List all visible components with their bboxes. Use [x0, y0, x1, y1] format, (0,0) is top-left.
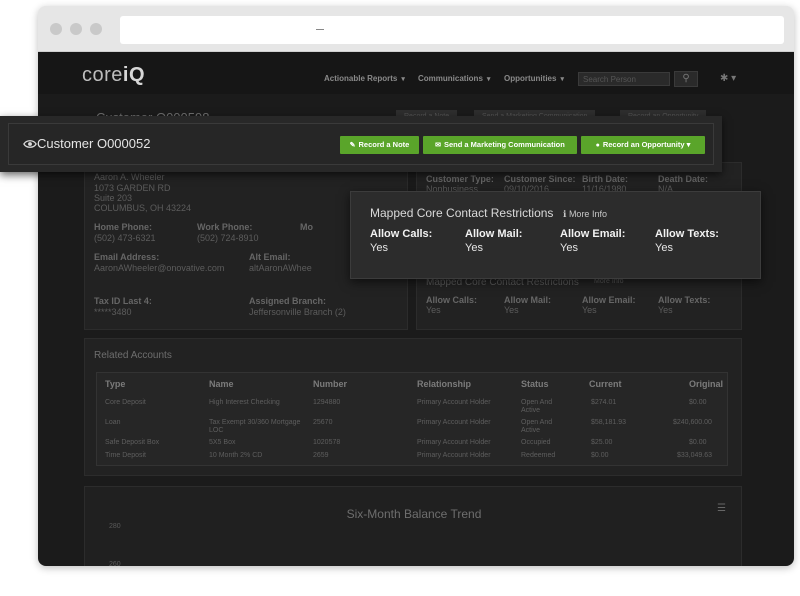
search-input[interactable]: Search Person [578, 72, 670, 86]
restrictions-title: Mapped Core Contact Restrictions [370, 206, 554, 220]
send-marketing-communication-button[interactable]: ✉ Send a Marketing Communication [423, 136, 577, 154]
bg-home-phone-label: Home Phone: [94, 222, 153, 232]
nav-opportunities[interactable]: Opportunities ▾ [504, 74, 564, 83]
col-header-name: Name [209, 379, 234, 389]
bg-allow-email-value: Yes [582, 305, 597, 315]
nav-actionable-reports[interactable]: Actionable Reports ▾ [324, 74, 405, 83]
bg-alt-email-label: Alt Email: [249, 252, 291, 262]
col-header-type: Type [105, 379, 126, 389]
bg-restrictions-more: More Info [594, 278, 624, 285]
eye-icon [23, 140, 37, 148]
circle-icon: ● [595, 142, 600, 149]
allow-calls-label: Allow Calls: [370, 228, 433, 240]
bg-branch-value: Jeffersonville Branch (2) [249, 307, 346, 317]
window-maximize-dot[interactable] [90, 23, 102, 35]
bg-tax-value: *****3480 [94, 307, 132, 317]
pencil-icon: ✎ [349, 142, 356, 149]
browser-chrome [38, 6, 794, 52]
bg-allow-texts-label: Allow Texts: [658, 295, 711, 305]
search-button[interactable]: ⚲ [674, 71, 698, 87]
accounts-table: Type Name Number Relationship Status Cur… [96, 372, 728, 466]
app-logo[interactable]: coreiQ [82, 64, 145, 87]
address-bar[interactable] [120, 16, 784, 44]
chevron-down-icon: ▾ [686, 140, 691, 149]
chevron-down-icon: ▾ [401, 76, 405, 83]
bg-branch-label: Assigned Branch: [249, 296, 327, 306]
col-header-status: Status [521, 379, 549, 389]
bg-address-line1: 1073 GARDEN RD [94, 183, 171, 193]
bg-work-phone-label: Work Phone: [197, 222, 253, 232]
bg-email-label: Email Address: [94, 252, 160, 262]
info-icon: ℹ [563, 209, 567, 219]
window-minimize-dot[interactable] [70, 23, 82, 35]
browser-window: coreiQ Actionable Reports ▾ Communication… [38, 6, 794, 566]
bg-email: AaronAWheeler@onovative.com [94, 263, 225, 273]
contact-restrictions-card: Mapped Core Contact Restrictions ℹ More … [350, 191, 761, 279]
chevron-down-icon: ▾ [486, 76, 491, 83]
bg-birth-label: Birth Date: [582, 174, 629, 184]
nav-communications[interactable]: Communications ▾ [418, 74, 490, 83]
allow-texts-value: Yes [655, 242, 673, 254]
balance-trend-chart: Six-Month Balance Trend ☰ 280 260 [84, 486, 742, 566]
allow-mail-label: Allow Mail: [465, 228, 523, 240]
customer-title: Customer O000052 [37, 136, 151, 151]
allow-calls-value: Yes [370, 242, 388, 254]
col-header-number: Number [313, 379, 348, 389]
bg-mobile-label: Mo [300, 222, 313, 232]
bg-type-label: Customer Type: [426, 174, 494, 184]
allow-mail-value: Yes [465, 242, 483, 254]
bg-death-label: Death Date: [658, 174, 709, 184]
top-nav: coreiQ Actionable Reports ▾ Communication… [38, 52, 794, 94]
chart-line-area [85, 487, 743, 566]
record-note-button[interactable]: ✎ Record a Note [340, 136, 419, 154]
bg-allow-calls-label: Allow Calls: [426, 295, 478, 305]
bg-allow-calls-value: Yes [426, 305, 441, 315]
bg-work-phone: (502) 724-8910 [197, 233, 259, 243]
bg-tax-label: Tax ID Last 4: [94, 296, 152, 306]
bg-allow-mail-label: Allow Mail: [504, 295, 551, 305]
bg-since-label: Customer Since: [504, 174, 576, 184]
bg-address-city: COLUMBUS, OH 43224 [94, 203, 192, 213]
record-opportunity-button[interactable]: ● Record an Opportunity ▾ [581, 136, 705, 154]
more-info-link[interactable]: ℹ More Info [563, 209, 607, 220]
allow-texts-label: Allow Texts: [655, 228, 719, 240]
search-icon: ⚲ [682, 73, 690, 84]
chevron-down-icon: ▾ [560, 76, 564, 83]
allow-email-label: Allow Email: [560, 228, 626, 240]
bg-allow-texts-value: Yes [658, 305, 673, 315]
allow-email-value: Yes [560, 242, 578, 254]
bg-home-phone: (502) 473-6321 [94, 233, 156, 243]
address-cursor [316, 29, 324, 30]
bg-allow-mail-value: Yes [504, 305, 519, 315]
related-accounts-title: Related Accounts [94, 350, 172, 361]
bg-allow-email-label: Allow Email: [582, 295, 636, 305]
bg-alt-email: altAaronAWhee [249, 263, 312, 273]
gear-icon[interactable]: ✱ ▾ [720, 73, 736, 84]
customer-header-inner: Customer O000052 ✎ Record a Note ✉ Send a … [8, 123, 714, 165]
customer-header-strip: Customer O000052 ✎ Record a Note ✉ Send a … [0, 116, 722, 172]
window-close-dot[interactable] [50, 23, 62, 35]
col-header-current: Current [589, 379, 622, 389]
bg-address-line2: Suite 203 [94, 193, 133, 203]
col-header-original: Original [689, 379, 724, 389]
col-header-relationship: Relationship [417, 379, 472, 389]
envelope-icon: ✉ [435, 142, 441, 149]
bg-customer-name: Aaron A. Wheeler [94, 172, 165, 182]
